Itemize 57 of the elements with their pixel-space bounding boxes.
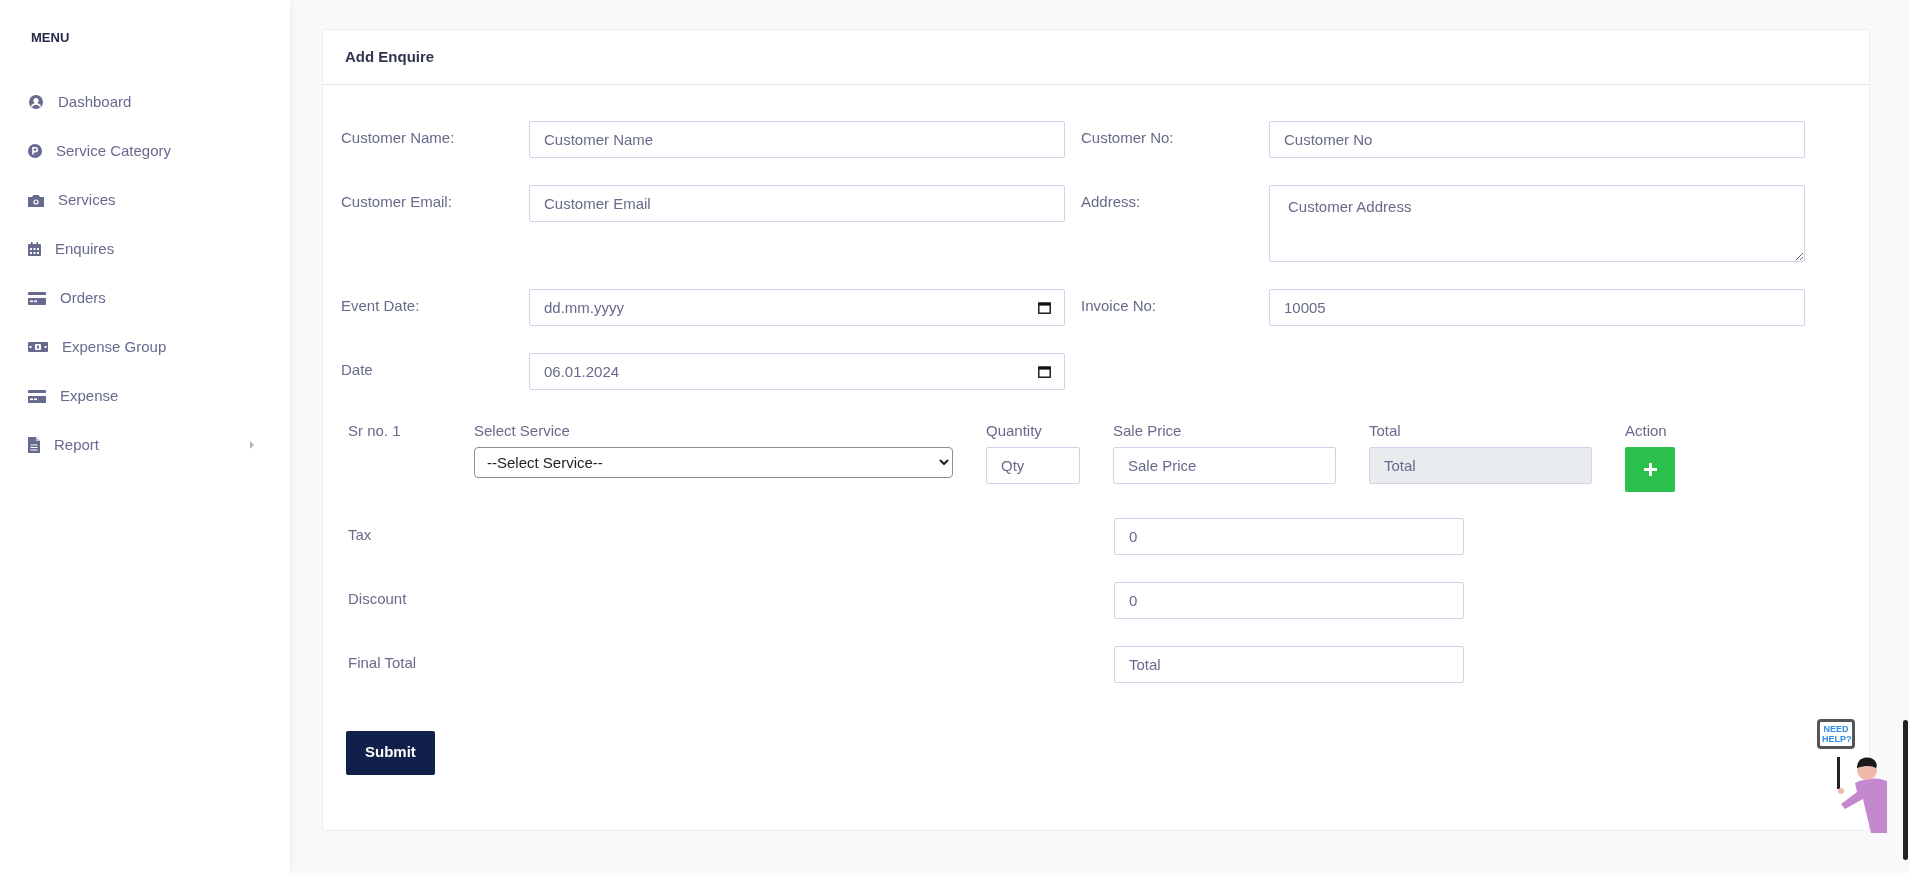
plus-icon [1643,462,1657,476]
user-circle-icon [28,94,44,110]
price-field[interactable]: Sale Price [1113,446,1336,484]
input-field[interactable]: Total [1114,645,1464,683]
field-label: Invoice No: [1080,296,1158,316]
field-label: Final Total [348,652,418,673]
caret-icon [250,441,254,449]
column-header: Select Service [474,421,571,441]
calendar-icon [1038,301,1051,314]
submit-button[interactable]: Submit [346,730,435,775]
menu-heading: MENU [31,29,70,47]
input-field[interactable]: Customer Name [529,121,1065,158]
sidebar-item[interactable]: Enquires [28,224,254,274]
camera-icon [28,193,44,207]
sidebar-item[interactable]: Dashboard [28,77,254,127]
input-field[interactable]: Customer Email [529,185,1065,222]
p-circle-icon [28,144,42,158]
money-icon [28,342,48,352]
add-button[interactable] [1625,446,1675,492]
card-icon [28,291,46,305]
address-field[interactable]: Customer Address [1269,185,1805,262]
sidebar-item[interactable]: Report [28,420,254,470]
field-label: Event Date: [341,296,421,316]
person-drawing[interactable] [1837,757,1887,833]
column-header: Action [1625,421,1668,441]
input-field[interactable]: 10005 [1269,289,1805,326]
quantity-field[interactable]: Qty [986,446,1080,484]
field-label: Address: [1080,192,1142,212]
service-dropdown[interactable]: --Select Service-- [474,446,953,478]
date-field[interactable]: dd.mm.yyyy [529,289,1065,326]
field-label: Tax [348,524,373,545]
input-field[interactable]: Customer No [1269,121,1805,158]
help-sign[interactable]: NEED HELP? [1817,719,1855,749]
calendar-icon [1038,365,1051,378]
field-label: Date [341,360,374,380]
sidebar-item[interactable]: Service Category [28,126,254,176]
column-header: Quantity [986,421,1043,441]
sidebar-item[interactable]: Expense Group [28,322,254,372]
field-label: Discount [348,588,408,609]
sidebar-item[interactable]: Expense [28,371,254,421]
sidebar-item[interactable]: Services [28,175,254,225]
sidebar-item[interactable]: Orders [28,273,254,323]
file-icon [28,437,40,453]
date-field[interactable]: 06.01.2024 [529,353,1065,390]
column-header: Total [1369,421,1402,441]
calendar-icon [28,242,41,256]
scrollbar-thumb[interactable] [1903,720,1908,860]
input-field[interactable]: 0 [1114,517,1464,555]
row-number: Sr no. 1 [348,421,402,441]
column-header: Sale Price [1113,421,1183,441]
input-field[interactable]: 0 [1114,581,1464,619]
field-label: Customer No: [1080,128,1175,148]
card-title: Add Enquire [345,46,435,67]
card-icon [28,389,46,403]
field-label: Customer Name: [341,128,456,148]
field-label: Customer Email: [341,192,453,212]
total-field: Total [1369,446,1592,484]
